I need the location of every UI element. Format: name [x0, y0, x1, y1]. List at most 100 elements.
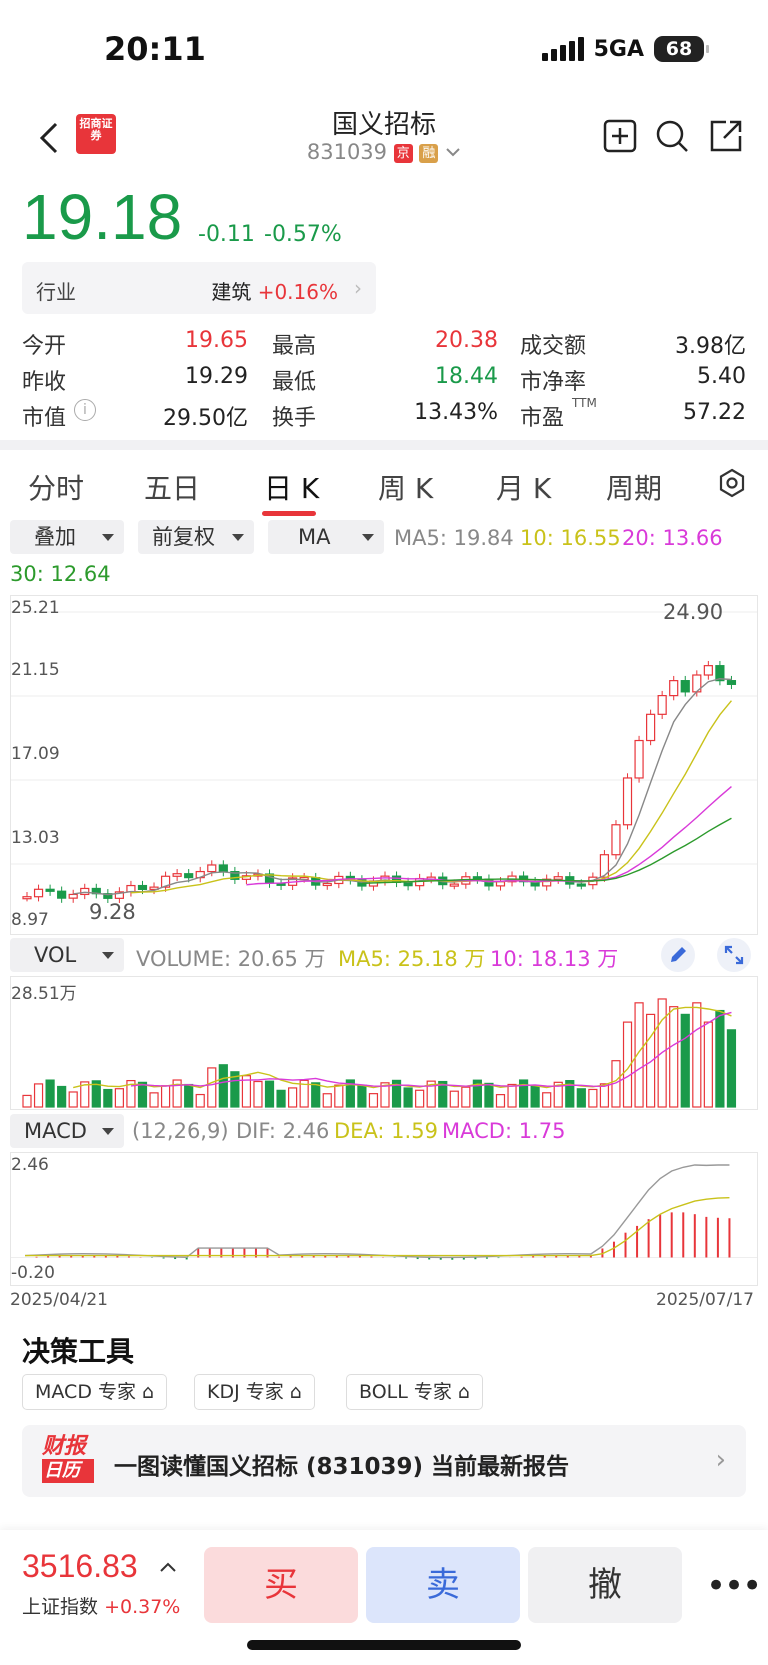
volume-bar: [680, 1013, 690, 1108]
overlay-dropdown[interactable]: 叠加: [10, 520, 124, 554]
kline-candle: [322, 882, 332, 887]
y-tick-5: 8.97: [11, 910, 49, 930]
volume-bar: [103, 1088, 113, 1108]
kline-candle: [22, 896, 32, 900]
stat-value: 57.22: [683, 400, 746, 425]
kline-candle: [33, 888, 44, 898]
volume-bar: [218, 1064, 228, 1108]
tab-weekly-k[interactable]: 周 K: [378, 467, 433, 507]
kline-chart[interactable]: 25.21 21.15 17.09 13.03 8.97 24.90 9.28: [10, 595, 758, 935]
stat-value: 13.43%: [414, 400, 498, 425]
tab-daily-k[interactable]: 日 K: [264, 467, 319, 507]
volume-bar: [114, 1088, 124, 1108]
kline-candle: [57, 890, 67, 899]
ma30-value: 30: 12.64: [10, 562, 111, 586]
vol-dropdown[interactable]: VOL: [10, 938, 124, 972]
macd-chart[interactable]: 2.46 -0.20: [10, 1152, 758, 1286]
tab-five-day[interactable]: 五日: [144, 467, 200, 507]
info-icon[interactable]: i: [74, 399, 96, 421]
report-banner[interactable]: 财报 日历 一图读懂国义招标 (831039) 当前最新报告 ›: [22, 1425, 746, 1497]
stock-code-row[interactable]: 831039 京 融: [0, 140, 768, 164]
indicator-dropdown[interactable]: MA: [268, 520, 384, 554]
index-name-row: 上证指数 +0.37%: [22, 1596, 181, 1618]
home-indicator: [247, 1640, 521, 1650]
volume-bar: [415, 1089, 425, 1108]
kline-candle: [80, 887, 90, 896]
tools-title: 决策工具: [22, 1335, 135, 1368]
volume-bar: [507, 1083, 517, 1108]
industry-bar[interactable]: 行业 建筑 +0.16% ›: [22, 262, 376, 314]
date-end: 2025/07/17: [656, 1290, 754, 1310]
kline-candle: [137, 884, 148, 890]
cancel-button[interactable]: 撤: [528, 1547, 682, 1623]
volume-bar: [357, 1084, 367, 1108]
stat-label: 昨收: [22, 370, 67, 395]
stat-value: 3.98亿: [675, 334, 746, 359]
kline-candle: [657, 695, 667, 715]
volume-bar: [288, 1087, 298, 1108]
stat-value: 19.29: [185, 364, 248, 389]
volume-bar: [160, 1085, 171, 1108]
macd-dropdown[interactable]: MACD: [10, 1114, 124, 1148]
signal-icon: [541, 37, 584, 61]
stat-value: 5.40: [697, 364, 746, 389]
kline-candle: [218, 864, 228, 873]
current-price: 19.18: [22, 181, 183, 253]
macd-dif: DIF: 2.46: [236, 1119, 330, 1143]
index-value[interactable]: 3516.83: [22, 1548, 138, 1585]
boll-expert-chip[interactable]: BOLL 专家 ⌂: [346, 1374, 483, 1410]
kline-candle: [68, 893, 78, 899]
tab-intraday[interactable]: 分时: [28, 467, 84, 507]
volume-bar: [692, 1002, 702, 1108]
volume-bar: [311, 1082, 321, 1108]
volume-bar: [207, 1067, 217, 1108]
chevron-up-icon[interactable]: [158, 1560, 178, 1574]
add-watchlist-icon[interactable]: [602, 118, 638, 154]
vol-ma10-value: 10: 18.13 万: [490, 947, 619, 971]
dea-line: [25, 1197, 730, 1257]
kline-candle: [646, 713, 656, 742]
dif-line: [24, 1164, 730, 1259]
kline-candle: [726, 680, 737, 685]
fullscreen-icon[interactable]: [716, 937, 752, 973]
vol-ma5-line: [73, 1006, 732, 1089]
y-tick-1: 25.21: [11, 598, 60, 618]
volume-value: VOLUME: 20.65 万: [136, 947, 326, 971]
volume-bar: [484, 1082, 494, 1108]
kdj-expert-chip[interactable]: KDJ 专家 ⌂: [194, 1374, 315, 1410]
kline-candle: [45, 888, 55, 892]
volume-bar: [542, 1092, 552, 1108]
macd-expert-chip[interactable]: MACD 专家 ⌂: [22, 1374, 168, 1410]
volume-bar: [669, 1006, 679, 1108]
search-icon[interactable]: [654, 118, 690, 154]
y-tick-4: 13.03: [11, 828, 60, 848]
more-icon[interactable]: •••: [706, 1566, 762, 1606]
volume-bar: [403, 1087, 413, 1108]
share-icon[interactable]: [708, 118, 744, 154]
volume-bar: [334, 1084, 344, 1108]
buy-button[interactable]: 买: [204, 1547, 358, 1623]
adjust-dropdown[interactable]: 前复权: [138, 520, 254, 554]
sell-button[interactable]: 卖: [366, 1547, 520, 1623]
volume-bar: [368, 1093, 379, 1108]
tab-period[interactable]: 周期: [606, 467, 662, 507]
kline-candle: [172, 873, 182, 877]
volume-bar: [322, 1093, 332, 1108]
kline-candle: [634, 739, 644, 779]
stat-label: 今开: [22, 334, 67, 359]
kline-candle: [611, 824, 621, 856]
vol-axis-max: 28.51万: [11, 984, 77, 1004]
settings-icon[interactable]: [716, 467, 748, 499]
kline-candle: [622, 777, 633, 826]
tab-monthly-k[interactable]: 月 K: [496, 467, 551, 507]
tag-jing: 京: [393, 144, 413, 163]
kline-candle: [449, 883, 459, 887]
volume-bar: [449, 1090, 459, 1108]
vol-ma5-value: MA5: 25.18 万: [338, 947, 486, 971]
industry-value: 建筑 +0.16%: [211, 280, 338, 304]
edit-icon[interactable]: [660, 937, 696, 973]
chevron-right-icon: ›: [715, 1445, 726, 1475]
stock-title: 国义招标: [331, 110, 436, 140]
volume-chart[interactable]: 28.51万: [10, 976, 758, 1110]
stat-label: 市净率: [520, 370, 587, 395]
